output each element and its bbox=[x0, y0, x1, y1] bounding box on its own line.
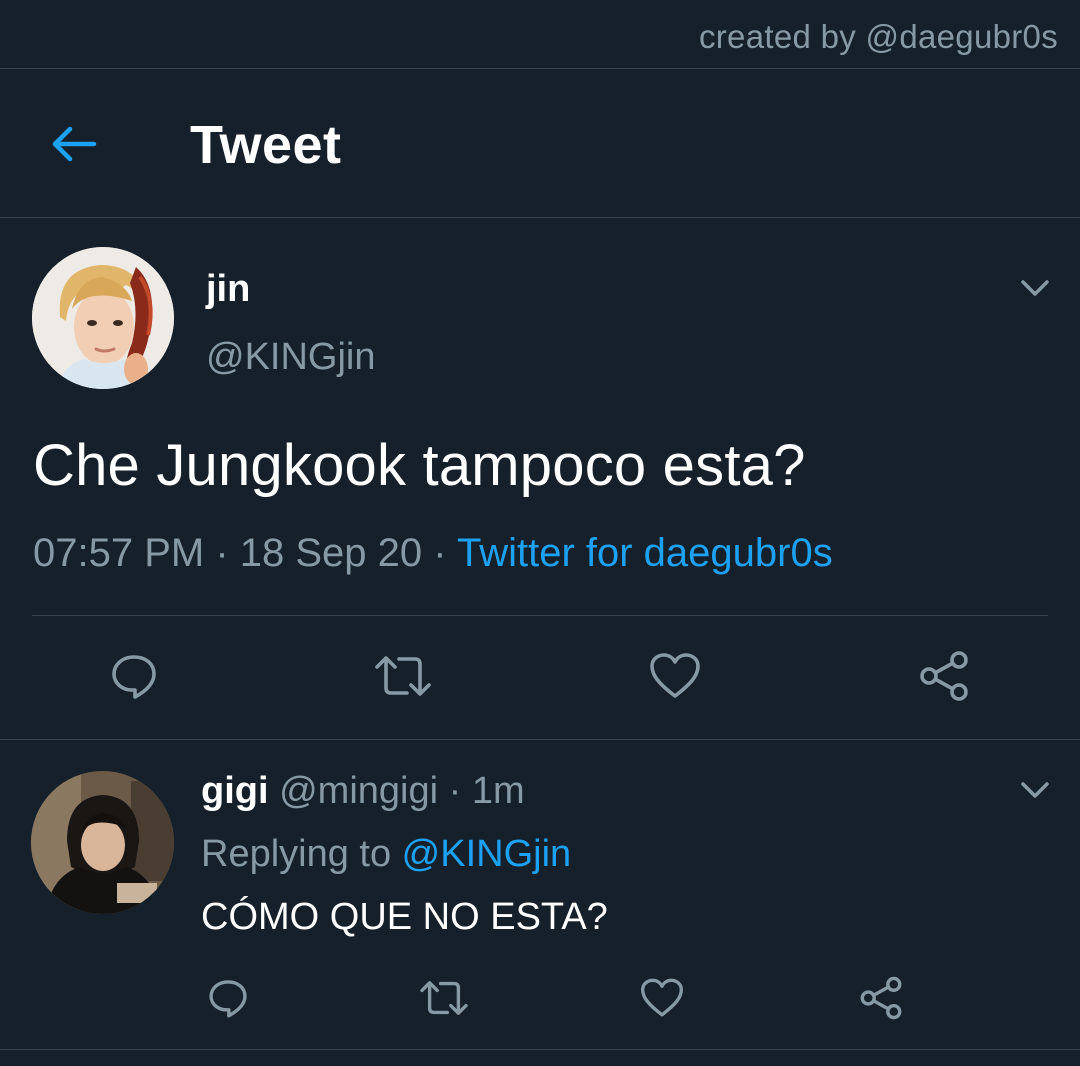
like-button[interactable] bbox=[645, 646, 705, 706]
like-icon bbox=[650, 653, 700, 698]
share-icon bbox=[860, 976, 902, 1020]
reply-button[interactable] bbox=[198, 968, 258, 1028]
share-icon bbox=[920, 651, 968, 701]
tweet-date: 18 Sep 20 bbox=[239, 531, 423, 575]
reply-icon bbox=[209, 980, 247, 1018]
tweet-actions bbox=[0, 646, 1080, 706]
reply-icon bbox=[112, 655, 156, 699]
reply-age: 1m bbox=[471, 770, 525, 812]
meta-separator: · bbox=[438, 770, 472, 812]
replying-to: Replying to @KINGjin bbox=[201, 833, 571, 876]
retweet-button[interactable] bbox=[414, 968, 474, 1028]
arrow-left-icon bbox=[52, 126, 97, 162]
reply-author-name[interactable]: gigi bbox=[201, 770, 269, 812]
chevron-down-icon[interactable] bbox=[1018, 276, 1052, 300]
chevron-down-icon[interactable] bbox=[1018, 778, 1052, 802]
retweet-icon bbox=[375, 656, 431, 696]
like-icon bbox=[641, 978, 683, 1017]
avatar-image bbox=[32, 247, 174, 389]
reply-tweet: gigi @mingigi · 1m Replying to @KINGjin … bbox=[0, 740, 1080, 1050]
reply-author-handle[interactable]: @mingigi bbox=[279, 770, 438, 812]
divider bbox=[32, 615, 1048, 616]
tweet-source-link[interactable]: Twitter for daegubr0s bbox=[457, 531, 833, 575]
meta-separator: · bbox=[204, 531, 240, 575]
replying-to-mention[interactable]: @KINGjin bbox=[402, 833, 572, 875]
meta-separator: · bbox=[422, 531, 457, 575]
avatar-image bbox=[31, 771, 174, 914]
share-button[interactable] bbox=[851, 968, 911, 1028]
tweet-text: Che Jungkook tampoco esta? bbox=[33, 433, 806, 498]
share-button[interactable] bbox=[914, 646, 974, 706]
reply-header: gigi @mingigi · 1m bbox=[201, 770, 525, 813]
page-title: Tweet bbox=[190, 115, 342, 175]
avatar[interactable] bbox=[31, 771, 174, 914]
reply-text: CÓMO QUE NO ESTA? bbox=[201, 896, 608, 938]
tweet-time: 07:57 PM bbox=[33, 531, 205, 575]
replying-prefix: Replying to bbox=[201, 833, 402, 875]
tweet-meta: 07:57 PM · 18 Sep 20 · Twitter for daegu… bbox=[33, 531, 833, 576]
avatar[interactable] bbox=[32, 247, 174, 389]
author-handle[interactable]: @KINGjin bbox=[206, 336, 376, 379]
retweet-button[interactable] bbox=[373, 646, 433, 706]
like-button[interactable] bbox=[632, 968, 692, 1028]
reply-button[interactable] bbox=[104, 646, 164, 706]
page-header: Tweet bbox=[0, 70, 1080, 218]
main-tweet: jin @KINGjin Che Jungkook tampoco esta? … bbox=[0, 218, 1080, 740]
top-bar: created by @daegubr0s bbox=[0, 0, 1080, 69]
reply-actions bbox=[0, 968, 1080, 1028]
back-button[interactable] bbox=[46, 118, 102, 170]
creator-credit: created by @daegubr0s bbox=[698, 18, 1058, 55]
retweet-icon bbox=[420, 981, 468, 1015]
author-name[interactable]: jin bbox=[206, 268, 250, 311]
